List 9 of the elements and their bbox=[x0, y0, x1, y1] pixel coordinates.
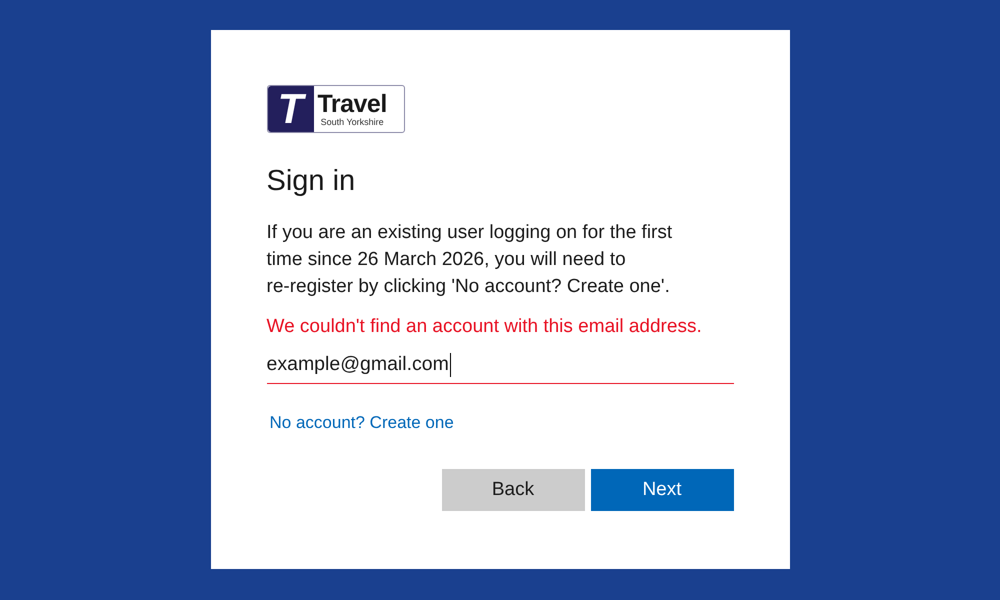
logo-name: Travel bbox=[318, 90, 387, 116]
next-button[interactable]: Next bbox=[590, 469, 734, 511]
back-button[interactable]: Back bbox=[442, 469, 584, 511]
error-message: We couldn't find an account with this email address. bbox=[266, 315, 703, 339]
create-account-link[interactable]: No account? Create one bbox=[270, 412, 454, 434]
email-field[interactable]: example@gmail.com bbox=[266, 346, 734, 384]
description-text: If you are an existing user logging on for the first time since 26 March 2026, you will need to re-register by clicking 'No account? Create one'. bbox=[266, 221, 674, 299]
page-title: Sign in bbox=[266, 164, 356, 199]
logo-tagline: South Yorkshire bbox=[320, 116, 384, 128]
